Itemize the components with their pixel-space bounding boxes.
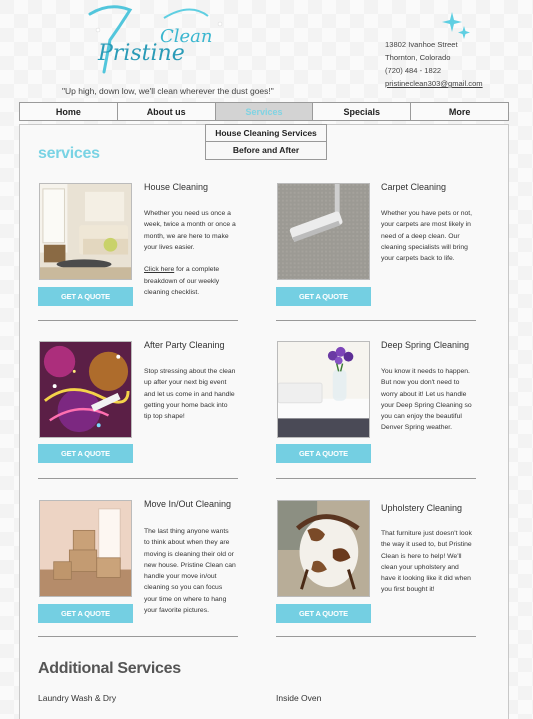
main-nav: Home About us Services Specials More [19, 102, 509, 121]
email-link[interactable]: pristineclean303@gmail.com [385, 77, 483, 90]
checklist-link[interactable]: Click here [144, 266, 174, 273]
card-desc-after-party: Stop stressing about the clean up after … [144, 368, 236, 421]
get-quote-button-deep-spring[interactable]: GET A QUOTE [276, 444, 371, 463]
dropdown-before-and-after[interactable]: Before and After [205, 142, 327, 160]
nav-about-us[interactable]: About us [118, 103, 216, 120]
card-desc-move-in-out: The last thing anyone wants to think abo… [144, 528, 236, 615]
living-room-photo [39, 183, 132, 280]
card-desc-carpet-cleaning: Whether you have pets or not, your carpe… [381, 210, 473, 263]
additional-item-inside-oven: Inside Oven [276, 693, 322, 703]
divider [38, 636, 238, 637]
additional-item-laundry: Laundry Wash & Dry [38, 693, 117, 703]
card-title-upholstery: Upholstery Cleaning [381, 503, 463, 513]
svg-text:Clean: Clean [160, 26, 213, 47]
divider [276, 478, 476, 479]
card-title-move-in-out: Move In/Out Cleaning [144, 499, 232, 509]
services-dropdown: House Cleaning Services Before and After [205, 124, 327, 160]
moving-boxes-photo [39, 500, 132, 597]
phone-number[interactable]: (720) 484 - 1822 [385, 64, 483, 77]
get-quote-button-after-party[interactable]: GET A QUOTE [38, 444, 133, 463]
address-line-1: 13802 Ivanhoe Street [385, 40, 458, 49]
cowhide-chair-photo [277, 500, 370, 597]
card-desc-house-cleaning: Whether you need us once a week, twice a… [144, 210, 236, 297]
card-desc-deep-spring: You know it needs to happen. But now you… [381, 368, 472, 432]
card-title-carpet-cleaning: Carpet Cleaning [381, 182, 447, 192]
nav-more[interactable]: More [411, 103, 508, 120]
nav-specials[interactable]: Specials [313, 103, 412, 120]
tagline: "Up high, down low, we'll clean wherever… [62, 86, 274, 96]
party-confetti-photo [39, 341, 132, 438]
get-quote-button-carpet-cleaning[interactable]: GET A QUOTE [276, 287, 371, 306]
nav-home[interactable]: Home [20, 103, 118, 120]
get-quote-button-move-in-out[interactable]: GET A QUOTE [38, 604, 133, 623]
card-desc-upholstery: That furniture just doesn't look the way… [381, 530, 472, 594]
additional-services-title: Additional Services [38, 660, 181, 677]
contact-info: 13802 Ivanhoe Street Thornton, Colorado … [385, 38, 483, 90]
site-header: Pristine Clean "Up high, down low, we'll… [0, 0, 533, 100]
get-quote-button-house-cleaning[interactable]: GET A QUOTE [38, 287, 133, 306]
card-title-after-party: After Party Cleaning [144, 340, 225, 350]
site-logo[interactable]: Pristine Clean [80, 0, 230, 84]
dropdown-house-cleaning-services[interactable]: House Cleaning Services [205, 124, 327, 142]
divider [38, 320, 238, 321]
flowers-bed-photo [277, 341, 370, 438]
section-title: services [38, 145, 100, 162]
card-title-deep-spring: Deep Spring Cleaning [381, 340, 470, 350]
address-line-2: Thornton, Colorado [385, 53, 451, 62]
vacuum-carpet-photo [277, 183, 370, 280]
card-title-house-cleaning: House Cleaning [144, 182, 209, 192]
divider [38, 478, 238, 479]
get-quote-button-upholstery[interactable]: GET A QUOTE [276, 604, 371, 623]
divider [276, 320, 476, 321]
divider [276, 636, 476, 637]
nav-services[interactable]: Services [215, 103, 314, 120]
